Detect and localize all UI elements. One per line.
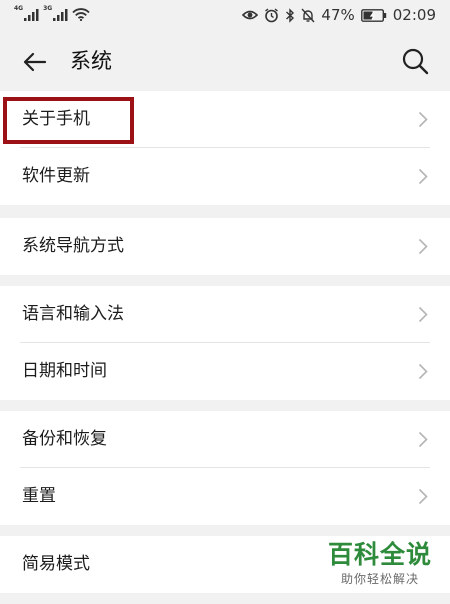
settings-item-language-input[interactable]: 语言和输入法: [0, 286, 450, 343]
settings-group-navigation: 系统导航方式: [0, 218, 450, 275]
search-icon[interactable]: [400, 46, 430, 76]
settings-item-label: 软件更新: [22, 166, 90, 186]
chevron-right-icon: [418, 111, 428, 128]
page-title: 系统: [70, 49, 112, 73]
settings-item-date-time[interactable]: 日期和时间: [0, 343, 450, 400]
chevron-right-icon: [418, 431, 428, 448]
settings-item-label: 重置: [22, 486, 56, 506]
settings-item-label: 系统导航方式: [22, 236, 124, 256]
chevron-right-icon: [418, 363, 428, 380]
clock: 02:09: [392, 6, 436, 24]
watermark-slogan: 助你轻松解决: [340, 572, 419, 586]
settings-item-software-update[interactable]: 软件更新: [0, 148, 450, 205]
watermark-brand: 百科全说: [327, 540, 432, 569]
battery-charging-icon: [360, 8, 386, 22]
app-bar: 系统: [0, 32, 450, 90]
settings-item-label: 日期和时间: [22, 361, 107, 381]
signal-strength-icon: [24, 9, 39, 21]
status-bar: 4G 3G 47% 02:09: [0, 0, 450, 32]
highlight-box: [3, 97, 134, 144]
settings-item-label: 语言和输入法: [22, 304, 124, 324]
chevron-right-icon: [418, 168, 428, 185]
settings-item-label: 备份和恢复: [22, 429, 107, 449]
alarm-icon: [265, 7, 279, 22]
signal-indicators: 4G 3G: [14, 5, 90, 21]
network-type-1: 4G: [14, 5, 24, 12]
settings-item-system-navigation[interactable]: 系统导航方式: [0, 218, 450, 275]
battery-percent: 47%: [321, 6, 355, 24]
bluetooth-icon: [286, 7, 295, 23]
status-icons: 47% 02:09: [242, 6, 436, 24]
mute-bell-icon: [301, 8, 315, 22]
chevron-right-icon: [418, 238, 428, 255]
back-arrow-icon[interactable]: [18, 46, 50, 78]
watermark: 百科全说 助你轻松解决: [324, 540, 436, 588]
settings-group-language-time: 语言和输入法 日期和时间: [0, 286, 450, 400]
settings-group-backup-reset: 备份和恢复 重置: [0, 411, 450, 525]
eye-comfort-icon: [242, 10, 259, 20]
settings-item-backup-restore[interactable]: 备份和恢复: [0, 411, 450, 468]
settings-item-reset[interactable]: 重置: [0, 468, 450, 525]
chevron-right-icon: [418, 488, 428, 505]
settings-item-label: 简易模式: [22, 554, 90, 574]
network-type-2: 3G: [43, 5, 53, 12]
wifi-icon: [72, 8, 90, 21]
signal-strength-icon: [53, 9, 68, 21]
chevron-right-icon: [418, 306, 428, 323]
